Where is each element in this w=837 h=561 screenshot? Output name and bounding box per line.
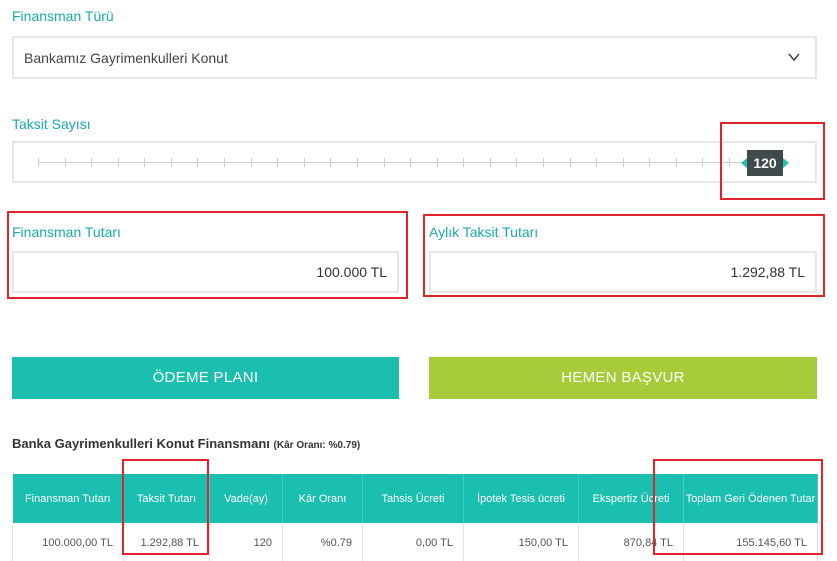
slider-tick: [569, 158, 571, 167]
slider-tick: [436, 158, 438, 167]
slider-tick: [649, 158, 651, 167]
slider-tick: [144, 158, 146, 167]
header-mortgage-fee: İpotek Tesis ücreti: [463, 474, 579, 523]
highlight-total-column: [653, 459, 823, 555]
cell-mortgage-fee: 150,00 TL: [463, 523, 579, 561]
highlight-installments: [720, 122, 825, 200]
financing-type-label: Finansman Türü: [12, 8, 114, 24]
slider-tick: [622, 158, 624, 167]
table-subtitle: (Kâr Oranı: %0.79): [273, 440, 361, 451]
installments-slider[interactable]: 120: [12, 141, 817, 183]
slider-tick: [383, 158, 385, 167]
slider-tick: [117, 158, 119, 167]
highlight-installment-column: [122, 459, 209, 555]
slider-tick: [463, 158, 465, 167]
slider-tick: [197, 158, 199, 167]
slider-tick: [277, 158, 279, 167]
slider-tick: [516, 158, 518, 167]
slider-tick: [596, 158, 598, 167]
apply-now-button[interactable]: HEMEN BAŞVUR: [429, 357, 817, 399]
cell-allocation-fee: 0,00 TL: [362, 523, 464, 561]
table-title: Banka Gayrimenkulleri Konut Finansmanı (…: [12, 436, 360, 451]
chevron-down-icon: [788, 53, 800, 62]
slider-tick: [91, 158, 93, 167]
financing-type-value: Bankamız Gayrimenkulleri Konut: [24, 50, 228, 66]
slider-tick: [356, 158, 358, 167]
slider-tick: [303, 158, 305, 167]
cell-term: 120: [209, 523, 283, 561]
financing-type-select[interactable]: Bankamız Gayrimenkulleri Konut: [12, 36, 817, 79]
slider-tick: [224, 158, 226, 167]
header-term: Vade(ay): [209, 474, 283, 523]
slider-tick: [64, 158, 66, 167]
installments-label: Taksit Sayısı: [12, 116, 91, 132]
slider-tick: [489, 158, 491, 167]
slider-tick: [702, 158, 704, 167]
slider-tick: [675, 158, 677, 167]
cell-financing-amount: 100.000,00 TL: [12, 523, 124, 561]
highlight-monthly-installment: [423, 214, 825, 297]
header-financing-amount: Finansman Tutarı: [12, 474, 124, 523]
slider-tick: [542, 158, 544, 167]
header-profit-rate: Kâr Oranı: [282, 474, 363, 523]
cell-profit-rate: %0.79: [282, 523, 363, 561]
slider-tick: [250, 158, 252, 167]
header-allocation-fee: Tahsis Ücreti: [362, 474, 464, 523]
payment-plan-button[interactable]: ÖDEME PLANI: [12, 357, 399, 399]
slider-tick: [410, 158, 412, 167]
slider-tick: [38, 158, 39, 167]
table-title-text: Banka Gayrimenkulleri Konut Finansmanı: [12, 436, 270, 451]
slider-track[interactable]: [38, 162, 755, 163]
slider-tick: [170, 158, 172, 167]
highlight-financing-amount: [7, 211, 408, 299]
slider-tick: [330, 158, 332, 167]
